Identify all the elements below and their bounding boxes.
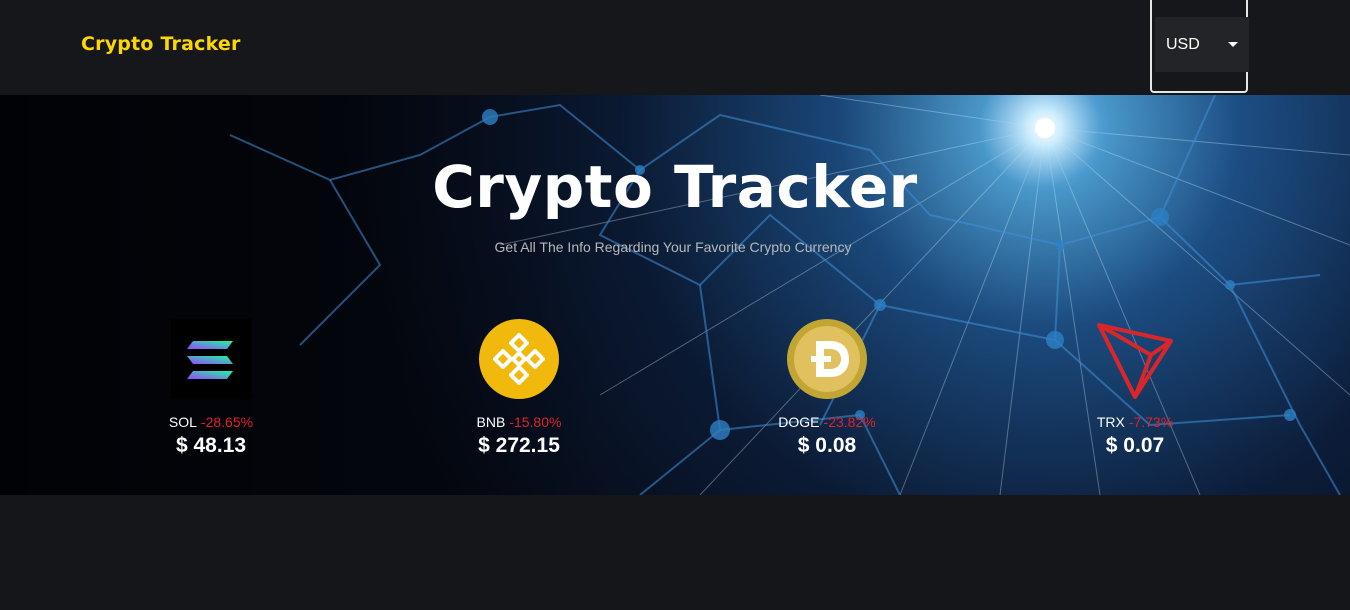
coin-change: -15.80%: [509, 414, 562, 430]
carousel-coin-doge[interactable]: DOGE -23.82% $ 0.08: [727, 317, 927, 467]
dogecoin-logo-icon: [787, 319, 867, 399]
coin-symbol-change: BNB -15.80%: [419, 414, 619, 430]
carousel-coin-sol[interactable]: SOL -28.65% $ 48.13: [111, 317, 311, 467]
coin-symbol-change: SOL -28.65%: [111, 414, 311, 430]
coin-symbol: DOGE: [778, 414, 820, 430]
hero-subtitle: Get All The Info Regarding Your Favorite…: [494, 239, 852, 255]
hero-title: Crypto Tracker: [432, 153, 918, 221]
coin-symbol-change: TRX -7.73%: [1035, 414, 1235, 430]
brand-title[interactable]: Crypto Tracker: [81, 33, 241, 55]
tron-logo-icon: [1097, 323, 1173, 399]
app-bar: Crypto Tracker USD: [0, 0, 1350, 95]
coin-price: $ 0.08: [797, 434, 857, 457]
coin-price: $ 48.13: [175, 434, 247, 457]
caret-down-icon: [1228, 42, 1238, 47]
coin-change: -23.82%: [823, 414, 876, 430]
coin-change: -28.65%: [200, 414, 254, 430]
coin-symbol: BNB: [476, 414, 506, 430]
currency-select-field[interactable]: USD: [1155, 17, 1249, 72]
currency-selected-value: USD: [1166, 36, 1200, 53]
coin-change: -7.73%: [1128, 414, 1174, 430]
carousel-coin-trx[interactable]: TRX -7.73% $ 0.07: [1035, 317, 1235, 467]
binance-logo-icon: [479, 319, 559, 399]
solana-logo-icon: [171, 319, 251, 399]
coin-price: $ 0.07: [1105, 434, 1165, 457]
coin-symbol: TRX: [1096, 414, 1125, 430]
carousel-coin-bnb[interactable]: BNB -15.80% $ 272.15: [419, 317, 619, 467]
currency-select[interactable]: USD: [1150, 0, 1249, 93]
coin-symbol: SOL: [168, 414, 197, 430]
hero-banner: Crypto Tracker Get All The Info Regardin…: [0, 95, 1350, 495]
coin-symbol-change: DOGE -23.82%: [727, 414, 927, 430]
coin-price: $ 272.15: [478, 434, 560, 457]
